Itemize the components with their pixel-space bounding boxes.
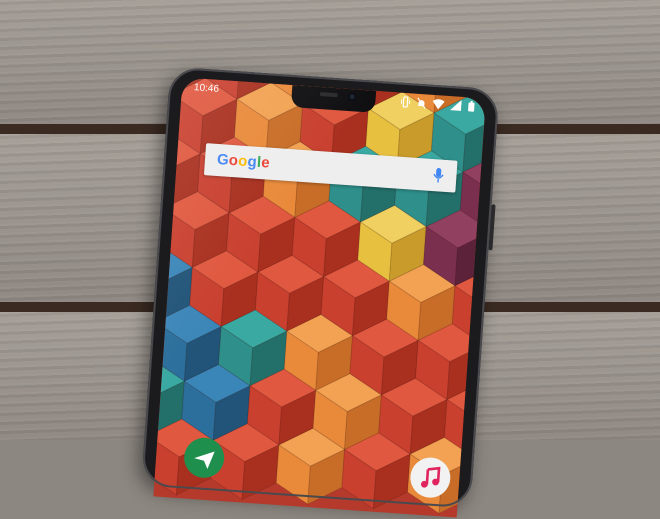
smartphone: 10:46 [141, 66, 499, 508]
wallpaper-cube-face [472, 459, 486, 518]
phone-bezel [141, 66, 499, 508]
wallpaper-cube-face [475, 440, 486, 482]
